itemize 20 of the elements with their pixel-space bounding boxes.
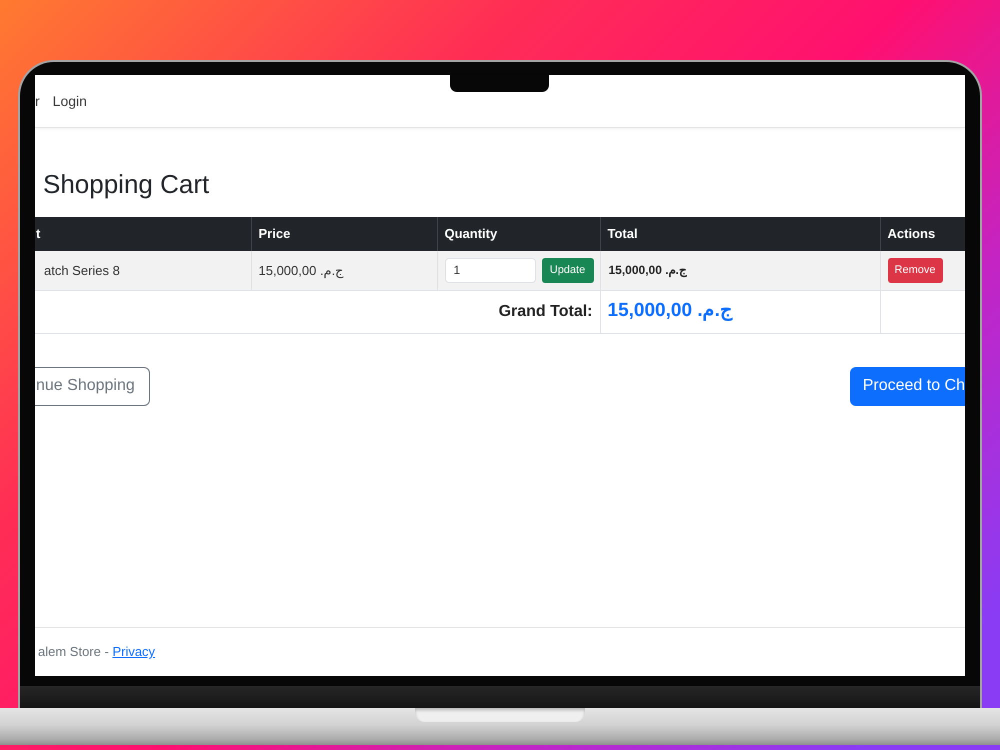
column-header: t <box>35 217 251 251</box>
remove-button[interactable]: Remove <box>888 258 942 283</box>
column-header: Quantity <box>437 217 600 251</box>
grand-total-label: Grand Total: <box>35 290 600 333</box>
footer-text: alem Store - Privacy <box>38 643 156 662</box>
checkout-button[interactable]: Proceed to Ch <box>850 366 965 406</box>
nav-link[interactable]: Login <box>52 90 87 112</box>
grand-total-value: 15,000,00 ج.م. <box>600 290 880 333</box>
column-header: Price <box>251 217 437 251</box>
column-header: Total <box>600 217 880 251</box>
update-button[interactable]: Update <box>542 258 594 283</box>
price-cell: 15,000,00 ج.م. <box>251 251 437 290</box>
product-cell: atch Series 8 <box>35 251 251 290</box>
privacy-link[interactable]: Privacy <box>112 644 156 660</box>
column-header: Actions <box>880 217 965 251</box>
nav-link[interactable]: r <box>35 90 40 112</box>
continue-shopping-button[interactable]: nue Shopping <box>35 366 150 406</box>
page-heading: Shopping Cart <box>42 168 210 200</box>
quantity-input[interactable]: 1 <box>444 258 536 283</box>
total-cell: 15,000,00 ج.م. <box>600 251 880 290</box>
